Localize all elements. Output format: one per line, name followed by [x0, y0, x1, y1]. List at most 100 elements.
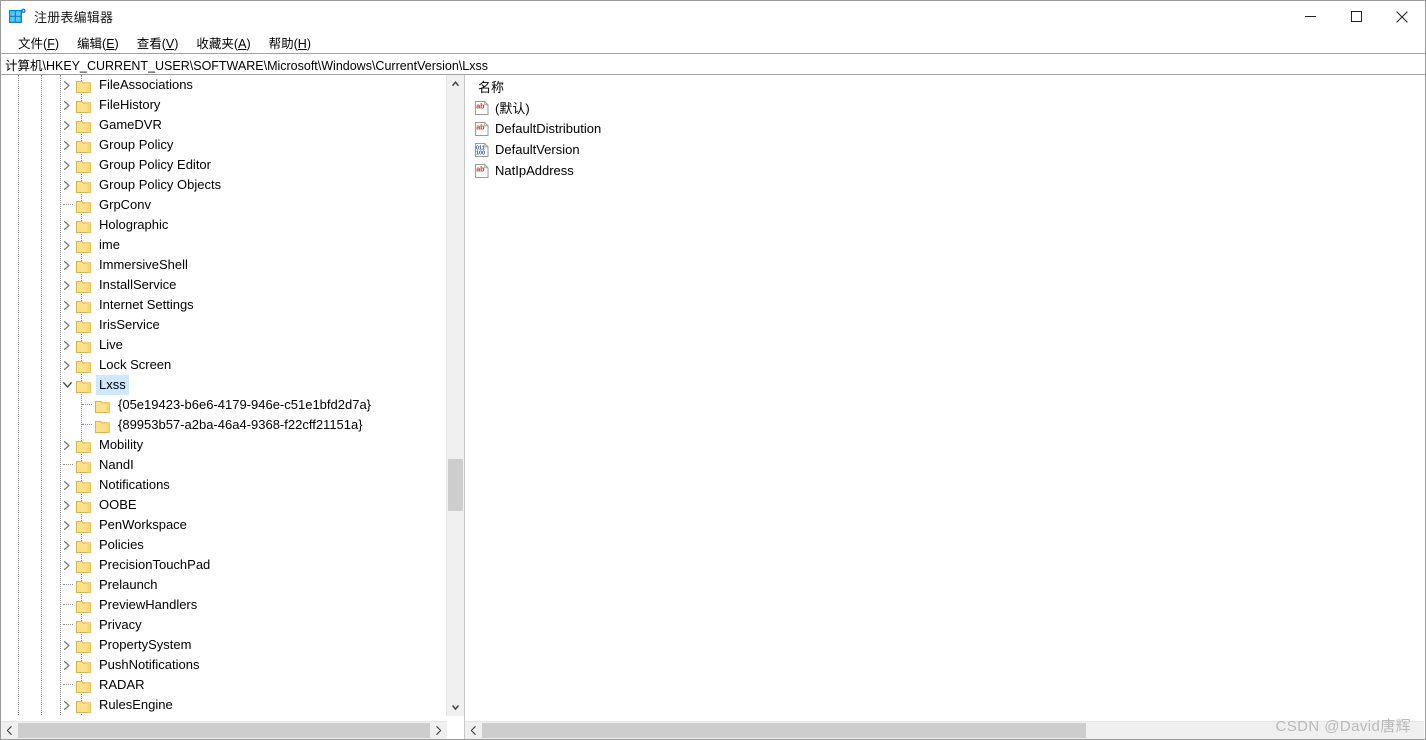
tree-item[interactable]: NandI — [1, 455, 447, 475]
tree-item[interactable]: Holographic — [1, 215, 447, 235]
value-row[interactable]: ab NatIpAddress — [465, 160, 1425, 181]
tree-item[interactable]: Internet Settings — [1, 295, 447, 315]
chevron-right-icon[interactable] — [60, 555, 76, 575]
tree-item[interactable]: Group Policy Editor — [1, 155, 447, 175]
tree-item[interactable]: ime — [1, 235, 447, 255]
chevron-right-icon[interactable] — [60, 695, 76, 715]
chevron-right-icon[interactable] — [60, 495, 76, 515]
tree-vertical-scroll-thumb[interactable] — [448, 459, 463, 511]
chevron-right-icon[interactable] — [60, 635, 76, 655]
menu-item-help[interactable]: 帮助(H) — [260, 31, 320, 54]
tree-item[interactable]: ImmersiveShell — [1, 255, 447, 275]
value-list-pane: 名称 ab (默认) ab DefaultDistribution 011 100 Defa… — [465, 75, 1425, 739]
tree-item[interactable]: {05e19423-b6e6-4179-946e-c51e1bfd2d7a} — [1, 395, 447, 415]
menu-item-view[interactable]: 查看(V) — [128, 31, 188, 54]
tree-scroll-left-button[interactable] — [1, 722, 18, 739]
tree-item[interactable]: Mobility — [1, 435, 447, 455]
chevron-right-icon[interactable] — [60, 335, 76, 355]
close-button[interactable] — [1379, 1, 1425, 32]
tree-item[interactable]: Group Policy Objects — [1, 175, 447, 195]
maximize-button[interactable] — [1333, 1, 1379, 32]
chevron-right-icon[interactable] — [60, 475, 76, 495]
chevron-right-icon[interactable] — [60, 275, 76, 295]
tree-item-label: PenWorkspace — [99, 517, 187, 532]
tree-item[interactable]: FileAssociations — [1, 75, 447, 95]
chevron-right-icon[interactable] — [60, 135, 76, 155]
title-bar: 注册表编辑器 — [1, 1, 1425, 32]
tree-scroll-right-button[interactable] — [430, 722, 447, 739]
tree-item[interactable]: Policies — [1, 535, 447, 555]
value-name: NatIpAddress — [495, 163, 574, 178]
tree-item-label: ImmersiveShell — [99, 257, 188, 272]
folder-icon — [76, 359, 91, 373]
value-horizontal-scroll-thumb[interactable] — [482, 723, 1086, 738]
svg-text:ab: ab — [476, 101, 485, 110]
tree-item[interactable]: PenWorkspace — [1, 515, 447, 535]
tree-item[interactable]: Group Policy — [1, 135, 447, 155]
menu-label-view: 查看 — [136, 37, 162, 51]
tree-item[interactable]: GrpConv — [1, 195, 447, 215]
menu-item-favorites[interactable]: 收藏夹(A) — [187, 31, 259, 54]
tree-item-label: PreviewHandlers — [99, 597, 198, 612]
tree-item[interactable]: GameDVR — [1, 115, 447, 135]
chevron-right-icon[interactable] — [60, 655, 76, 675]
tree-horizontal-scrollbar[interactable] — [1, 721, 447, 739]
tree-vertical-scrollbar[interactable] — [446, 75, 464, 716]
value-row[interactable]: ab (默认) — [465, 97, 1425, 118]
tree-item[interactable]: PropertySystem — [1, 635, 447, 655]
key-tree-pane: FileAssociations FileHistory GameDVR Group … — [1, 75, 465, 739]
tree-item[interactable]: OOBE — [1, 495, 447, 515]
menu-item-file[interactable]: 文件(F) — [9, 31, 68, 54]
minimize-button[interactable] — [1287, 1, 1333, 32]
chevron-right-icon[interactable] — [60, 355, 76, 375]
chevron-right-icon[interactable] — [60, 235, 76, 255]
chevron-down-icon[interactable] — [60, 375, 76, 395]
tree-item[interactable]: RulesEngine — [1, 695, 447, 715]
tree-item[interactable]: PushNotifications — [1, 655, 447, 675]
tree-item-label: Group Policy Editor — [99, 157, 211, 172]
tree-item[interactable]: InstallService — [1, 275, 447, 295]
tree-item[interactable]: Lock Screen — [1, 355, 447, 375]
tree-item[interactable]: FileHistory — [1, 95, 447, 115]
tree-item[interactable]: {89953b57-a2ba-46a4-9368-f22cff21151a} — [1, 415, 447, 435]
csdn-watermark: CSDN @David唐辉 — [1275, 718, 1411, 735]
value-row[interactable]: ab DefaultDistribution — [465, 118, 1425, 139]
chevron-right-icon[interactable] — [60, 95, 76, 115]
tree-item[interactable]: RADAR — [1, 675, 447, 695]
tree-item[interactable]: Privacy — [1, 615, 447, 635]
tree-scroll-down-button[interactable] — [447, 699, 464, 716]
tree-item[interactable]: Prelaunch — [1, 575, 447, 595]
chevron-right-icon[interactable] — [60, 535, 76, 555]
chevron-right-icon[interactable] — [60, 255, 76, 275]
address-path[interactable]: 计算机\HKEY_CURRENT_USER\SOFTWARE\Microsoft… — [1, 55, 488, 74]
chevron-right-icon[interactable] — [60, 75, 76, 95]
value-scroll-left-button[interactable] — [465, 722, 482, 739]
tree-horizontal-scroll-thumb[interactable] — [18, 723, 430, 738]
tree-scroll-up-button[interactable] — [447, 75, 464, 92]
value-row[interactable]: 011 100 DefaultVersion — [465, 139, 1425, 160]
string-value-icon: ab — [474, 163, 490, 179]
tree-leaf-connector — [79, 415, 95, 435]
chevron-right-icon[interactable] — [60, 115, 76, 135]
chevron-right-icon[interactable] — [60, 435, 76, 455]
chevron-right-icon[interactable] — [60, 515, 76, 535]
tree-item[interactable]: IrisService — [1, 315, 447, 335]
column-header-name[interactable]: 名称 — [465, 77, 504, 96]
address-bar[interactable]: 计算机\HKEY_CURRENT_USER\SOFTWARE\Microsoft… — [1, 53, 1425, 75]
tree-item[interactable]: Notifications — [1, 475, 447, 495]
chevron-right-icon[interactable] — [60, 315, 76, 335]
chevron-right-icon[interactable] — [60, 175, 76, 195]
menu-item-edit[interactable]: 编辑(E) — [68, 31, 128, 54]
tree-item[interactable]: Live — [1, 335, 447, 355]
folder-icon — [76, 659, 91, 673]
tree-item-label: {89953b57-a2ba-46a4-9368-f22cff21151a} — [118, 417, 363, 432]
tree-item[interactable]: PrecisionTouchPad — [1, 555, 447, 575]
chevron-right-icon[interactable] — [60, 215, 76, 235]
value-name: (默认) — [495, 101, 530, 116]
tree-item[interactable]: PreviewHandlers — [1, 595, 447, 615]
key-tree-viewport: FileAssociations FileHistory GameDVR Group … — [1, 75, 447, 716]
chevron-right-icon[interactable] — [60, 155, 76, 175]
chevron-right-icon[interactable] — [60, 295, 76, 315]
window-title: 注册表编辑器 — [34, 10, 114, 25]
tree-item-selected[interactable]: Lxss — [1, 375, 447, 395]
